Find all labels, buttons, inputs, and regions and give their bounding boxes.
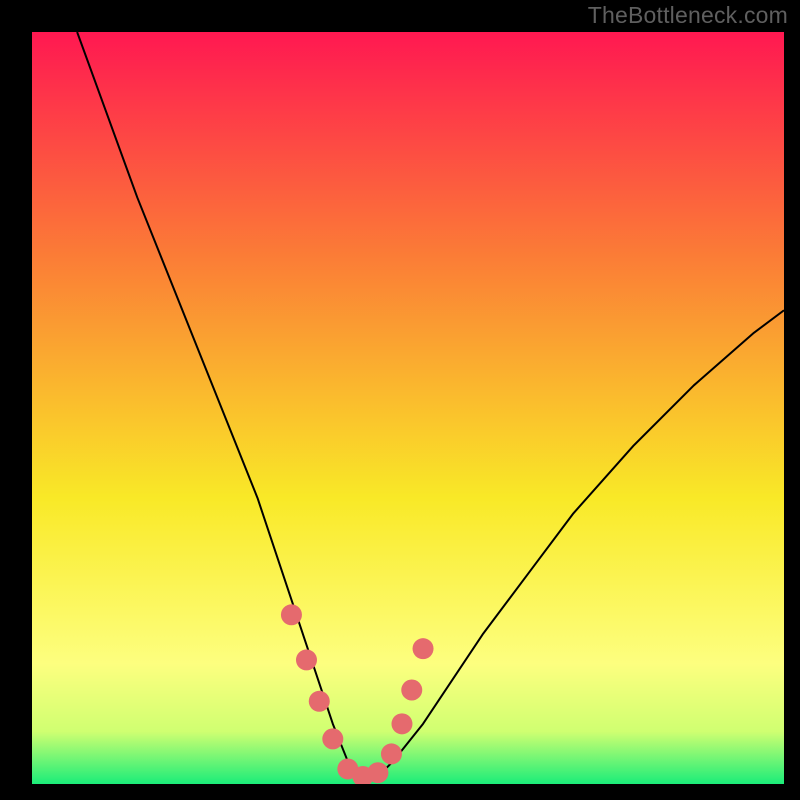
marker-highlight-marks xyxy=(367,762,388,783)
marker-highlight-marks xyxy=(281,604,302,625)
marker-highlight-marks xyxy=(322,728,343,749)
marker-highlight-marks xyxy=(391,713,412,734)
marker-highlight-marks xyxy=(401,680,422,701)
marker-highlight-marks xyxy=(309,691,330,712)
marker-highlight-marks xyxy=(381,743,402,764)
marker-highlight-marks xyxy=(296,649,317,670)
plot-area xyxy=(32,32,784,784)
marker-highlight-marks xyxy=(413,638,434,659)
chart-container: TheBottleneck.com xyxy=(0,0,800,800)
watermark-label: TheBottleneck.com xyxy=(588,2,788,29)
chart-svg xyxy=(32,32,784,784)
